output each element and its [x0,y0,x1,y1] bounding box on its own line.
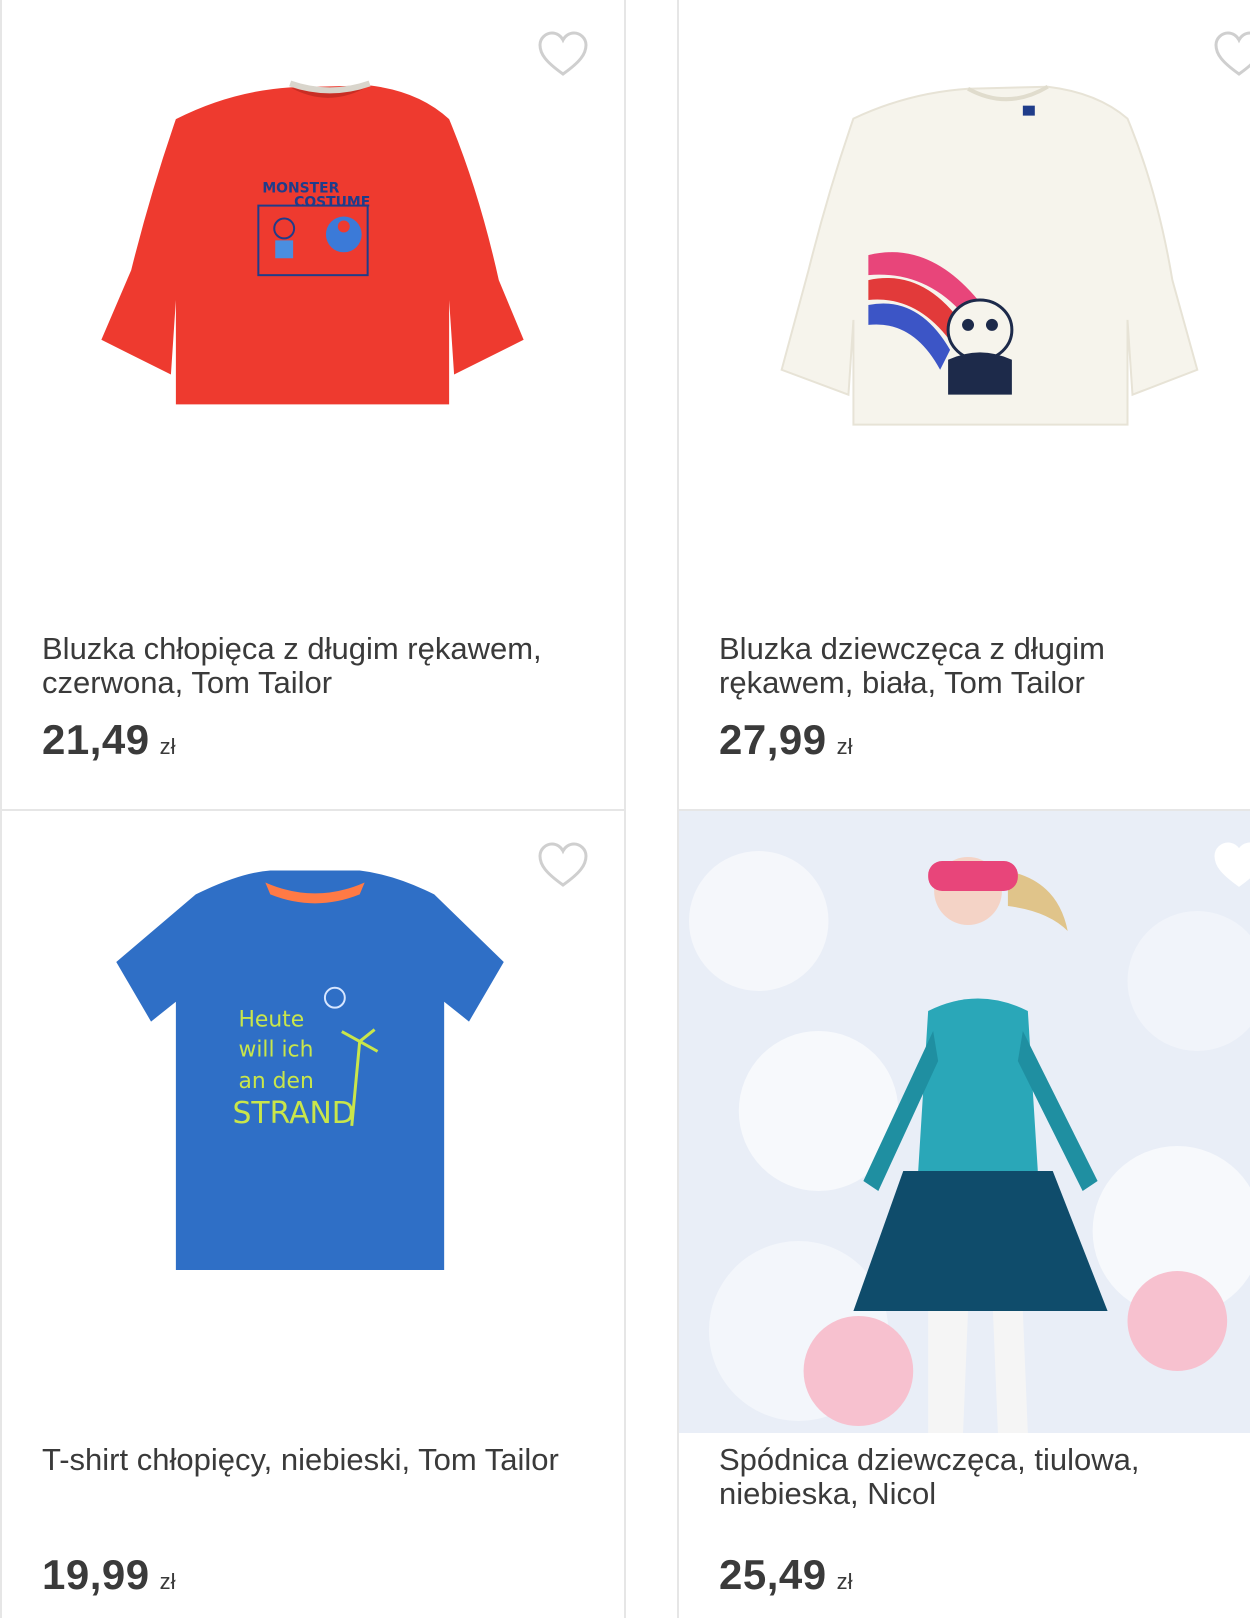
product-price: 19,99 zł [42,1551,176,1599]
product-card[interactable]: Heute will ich an den STRAND T-shirt chł… [0,809,626,1618]
product-title[interactable]: Bluzka chłopięca z długim rękawem, czerw… [42,632,564,700]
product-image[interactable]: MONSTER COSTUME [2,0,624,600]
product-card[interactable]: Bluzka dziewczęca z długim rękawem, biał… [677,0,1250,811]
price-amount: 21,49 [42,716,150,763]
price-amount: 19,99 [42,1551,150,1598]
product-price: 21,49 zł [42,716,176,764]
favorite-button[interactable] [536,841,590,891]
red-longsleeve-shirt-image: MONSTER COSTUME [101,80,524,405]
product-title[interactable]: T-shirt chłopięcy, niebieski, Tom Tailor [42,1443,564,1477]
heart-outline-icon [1214,31,1250,76]
heart-outline-icon [1214,842,1250,887]
product-title[interactable]: Bluzka dziewczęca z długim rękawem, biał… [719,632,1217,700]
price-amount: 25,49 [719,1551,827,1598]
favorite-button[interactable] [536,30,590,80]
price-currency: zł [159,1569,176,1594]
svg-text:Heute: Heute [238,1008,304,1033]
favorite-button[interactable] [1212,841,1250,891]
product-title[interactable]: Spódnica dziewczęca, tiulowa, niebieska,… [719,1443,1217,1511]
favorite-button[interactable] [1212,30,1250,80]
blue-tshirt-image: Heute will ich an den STRAND [116,870,504,1270]
price-currency: zł [836,734,853,759]
white-longsleeve-shirt-image [780,85,1199,426]
girl-in-tulle-skirt-photo [679,811,1250,1433]
product-price: 27,99 zł [719,716,853,764]
price-currency: zł [836,1569,853,1594]
product-grid: MONSTER COSTUME Bluzka chłopięca z długi… [0,0,1250,1618]
product-image[interactable] [679,0,1250,600]
product-card[interactable]: Spódnica dziewczęca, tiulowa, niebieska,… [677,809,1250,1618]
product-image[interactable] [679,811,1250,1433]
product-price: 25,49 zł [719,1551,853,1599]
svg-text:STRAND: STRAND [233,1096,355,1131]
price-amount: 27,99 [719,716,827,763]
heart-outline-icon [538,842,588,887]
svg-text:will ich: will ich [238,1037,313,1062]
svg-text:COSTUME: COSTUME [294,195,370,211]
svg-text:an den: an den [238,1069,313,1094]
product-image[interactable]: Heute will ich an den STRAND [2,811,624,1411]
product-card[interactable]: MONSTER COSTUME Bluzka chłopięca z długi… [0,0,626,811]
heart-outline-icon [538,31,588,76]
price-currency: zł [159,734,176,759]
